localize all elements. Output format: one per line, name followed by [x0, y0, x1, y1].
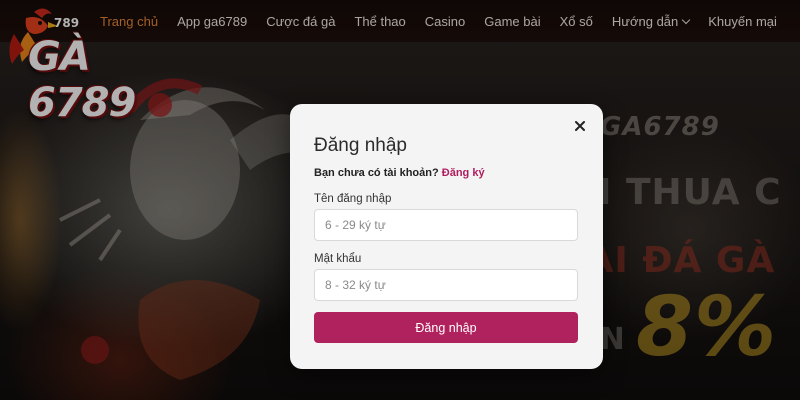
password-label: Mật khẩu	[314, 253, 362, 265]
register-prompt: Bạn chưa có tài khoản? Đăng ký	[314, 167, 485, 179]
register-link[interactable]: Đăng ký	[442, 167, 485, 179]
username-field[interactable]	[314, 209, 578, 241]
no-account-text: Bạn chưa có tài khoản?	[314, 167, 439, 179]
close-icon[interactable]	[572, 118, 588, 134]
password-field[interactable]	[314, 269, 578, 301]
login-modal: Đăng nhập Bạn chưa có tài khoản? Đăng ký…	[290, 104, 603, 369]
modal-title: Đăng nhập	[314, 135, 407, 156]
username-label: Tên đăng nhập	[314, 193, 392, 205]
login-button[interactable]: Đăng nhập	[314, 312, 578, 343]
